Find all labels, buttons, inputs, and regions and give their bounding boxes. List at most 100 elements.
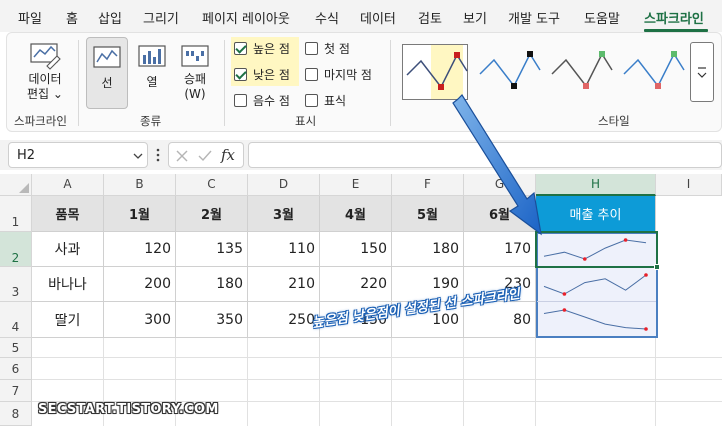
value-cell[interactable]: 210 (248, 267, 320, 302)
group-label-sparkline: 스파크라인 (14, 114, 67, 128)
type-line-label: 선 (101, 76, 113, 90)
menu-bar: 파일 홈 삽입 그리기 페이지 레이아웃 수식 데이터 검토 보기 개발 도구 … (0, 0, 722, 32)
name-box[interactable]: H2 (8, 142, 148, 168)
low-point-checkbox[interactable]: 낮은 점 (234, 66, 290, 83)
header-cell-apr[interactable]: 4월 (320, 196, 392, 232)
markers-checkbox[interactable]: 표식 (305, 92, 346, 109)
chevron-down-icon (697, 67, 707, 78)
type-winloss-button[interactable]: 승패 (W) (174, 40, 216, 108)
style-gallery-more-button[interactable] (690, 42, 714, 102)
header-cell-item[interactable]: 품목 (32, 196, 104, 232)
style-4-preview-icon (623, 51, 685, 89)
grid-line (32, 379, 722, 380)
header-cell-trend[interactable]: 매출 추이 (536, 196, 656, 232)
value-cell[interactable]: 350 (176, 302, 248, 338)
menu-formulas[interactable]: 수식 (315, 8, 339, 27)
value-cell[interactable]: 250 (248, 302, 320, 338)
item-cell[interactable]: 사과 (32, 232, 104, 267)
value-cell[interactable]: 180 (176, 267, 248, 302)
first-point-checkbox[interactable]: 첫 점 (305, 40, 350, 57)
fill-handle[interactable] (654, 264, 660, 270)
row-header-1[interactable]: 1 (0, 196, 32, 232)
sparkline-style-4[interactable] (620, 44, 686, 100)
menu-sparkline[interactable]: 스파크라인 (644, 8, 704, 27)
column-header-a[interactable]: A (32, 174, 104, 196)
value-cell[interactable]: 120 (104, 232, 176, 267)
active-cell-h2[interactable] (535, 231, 658, 268)
line-sparkline-icon (93, 46, 121, 68)
value-cell[interactable]: 300 (104, 302, 176, 338)
column-header-i[interactable]: I (656, 174, 722, 196)
excel-window: 파일 홈 삽입 그리기 페이지 레이아웃 수식 데이터 검토 보기 개발 도구 … (0, 0, 722, 426)
menu-data[interactable]: 데이터 (360, 8, 396, 27)
sparkline-style-3[interactable] (548, 44, 614, 100)
menu-draw[interactable]: 그리기 (143, 8, 179, 27)
menu-review[interactable]: 검토 (418, 8, 442, 27)
grid-line (391, 338, 392, 426)
high-point-checkbox[interactable]: 높은 점 (234, 40, 290, 57)
column-header-f[interactable]: F (392, 174, 464, 196)
column-header-e[interactable]: E (320, 174, 392, 196)
sparkline-low-point (644, 327, 648, 331)
type-column-label: 열 (146, 75, 158, 89)
header-cell-mar[interactable]: 3월 (248, 196, 320, 232)
style-1-preview-icon (406, 52, 468, 90)
edit-data-button[interactable]: 데이터 편집 ⌄ (18, 40, 72, 108)
column-header-g[interactable]: G (464, 174, 536, 196)
row-header-7[interactable]: 7 (0, 380, 32, 402)
menu-help[interactable]: 도움말 (584, 8, 620, 27)
formula-input[interactable] (248, 142, 722, 168)
column-header-b[interactable]: B (104, 174, 176, 196)
value-cell[interactable]: 110 (248, 232, 320, 267)
item-cell[interactable]: 딸기 (32, 302, 104, 338)
select-all-corner[interactable] (0, 174, 32, 196)
row-header-4[interactable]: 4 (0, 302, 32, 338)
grid-line (32, 357, 722, 358)
insert-function-button[interactable]: fx (221, 146, 235, 164)
column-header-c[interactable]: C (176, 174, 248, 196)
sparkline-high-point (562, 308, 567, 312)
style-3-preview-icon (551, 51, 613, 89)
enter-icon[interactable] (197, 149, 213, 163)
menu-file[interactable]: 파일 (18, 8, 42, 27)
menu-developer[interactable]: 개발 도구 (508, 8, 560, 27)
value-cell[interactable]: 150 (320, 232, 392, 267)
header-cell-may[interactable]: 5월 (392, 196, 464, 232)
sparkline-low-point (562, 292, 567, 296)
type-column-button[interactable]: 열 (134, 40, 170, 108)
value-cell[interactable]: 135 (176, 232, 248, 267)
column-header-d[interactable]: D (248, 174, 320, 196)
grid-line (535, 338, 536, 426)
menu-view[interactable]: 보기 (463, 8, 487, 27)
type-line-button[interactable]: 선 (86, 37, 128, 109)
menu-page-layout[interactable]: 페이지 레이아웃 (202, 8, 290, 27)
value-cell[interactable]: 180 (392, 232, 464, 267)
item-cell[interactable]: 바나나 (32, 267, 104, 302)
sparkline-style-1[interactable] (402, 44, 468, 100)
value-cell[interactable]: 170 (464, 232, 536, 267)
menu-home[interactable]: 홈 (66, 8, 78, 27)
row-header-2[interactable]: 2 (0, 232, 32, 267)
header-cell-feb[interactable]: 2월 (176, 196, 248, 232)
column-header-h[interactable]: H (536, 174, 656, 196)
sparkline-style-2[interactable] (476, 44, 542, 100)
row-header-3[interactable]: 3 (0, 267, 32, 302)
value-cell[interactable]: 200 (104, 267, 176, 302)
row-header-6[interactable]: 6 (0, 358, 32, 380)
cancel-icon[interactable] (175, 149, 189, 163)
sparkline-line (543, 309, 647, 330)
row-header-8[interactable]: 8 (0, 402, 32, 426)
value-cell[interactable]: 220 (320, 267, 392, 302)
menu-insert[interactable]: 삽입 (98, 8, 122, 27)
grid-line (247, 338, 248, 426)
group-divider (224, 40, 225, 126)
negative-points-checkbox[interactable]: 음수 점 (234, 92, 290, 109)
row-header-5[interactable]: 5 (0, 338, 32, 358)
header-cell-jan[interactable]: 1월 (104, 196, 176, 232)
header-cell-jun[interactable]: 6월 (464, 196, 536, 232)
more-options-icon[interactable] (155, 147, 161, 163)
formula-controls: fx (168, 142, 244, 168)
last-point-checkbox[interactable]: 마지막 점 (305, 66, 372, 83)
edit-data-label-2: 편집 ⌄ (27, 87, 63, 101)
type-winloss-label-1: 승패 (183, 72, 207, 86)
